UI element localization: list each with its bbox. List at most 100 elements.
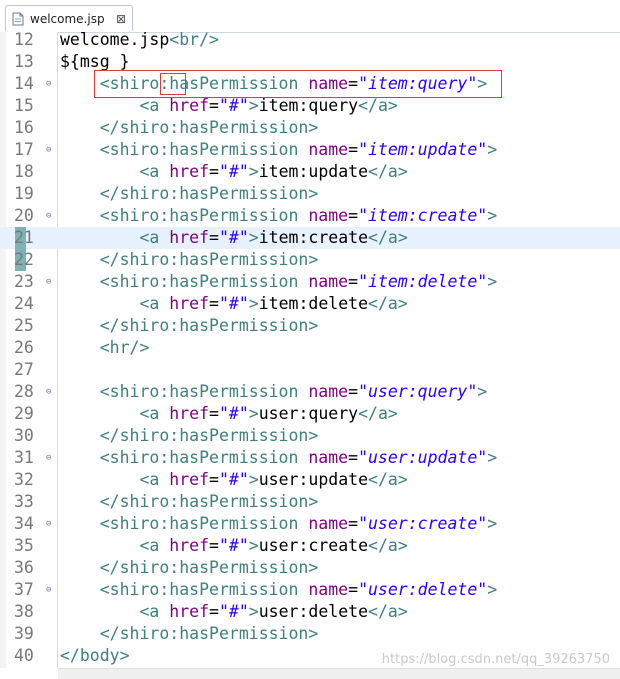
code-token: > xyxy=(487,272,498,291)
code-line[interactable]: 19 </shiro:hasPermission> xyxy=(0,183,620,205)
code-token: > xyxy=(477,382,488,401)
code-token: name xyxy=(308,580,349,599)
code-line[interactable]: 18 <a href="#">item:update</a> xyxy=(0,161,620,183)
code-token: "user:create" xyxy=(358,514,488,533)
code-text: </shiro:hasPermission> xyxy=(60,117,319,139)
code-token: </a> xyxy=(368,294,408,313)
code-line[interactable]: 28 ⊖ <shiro:hasPermission name="user:quer… xyxy=(0,381,620,403)
line-number: 12 xyxy=(14,30,34,49)
code-token: > xyxy=(248,404,259,423)
code-line[interactable]: 16 </shiro:hasPermission> xyxy=(0,117,620,139)
code-token: > xyxy=(487,206,498,225)
code-token: = xyxy=(209,470,219,489)
code-token: <shiro:hasPermission xyxy=(99,206,309,225)
fold-toggle-icon[interactable]: ⊖ xyxy=(46,586,54,595)
code-line[interactable]: 26 <hr/> xyxy=(0,337,620,359)
code-line[interactable]: 33 </shiro:hasPermission> xyxy=(0,491,620,513)
code-text: <shiro:hasPermission name="user:create"> xyxy=(60,513,497,535)
line-number: 28 xyxy=(14,382,34,401)
code-token: > xyxy=(248,162,259,181)
code-token: = xyxy=(348,580,359,599)
code-token: user:query xyxy=(258,404,359,423)
code-token: name xyxy=(308,448,349,467)
line-number: 26 xyxy=(14,338,34,357)
code-line[interactable]: 36 </shiro:hasPermission> xyxy=(0,557,620,579)
code-text: <a href="#">item:delete</a> xyxy=(60,293,408,315)
code-text: <a href="#">user:delete</a> xyxy=(60,601,407,623)
code-token: </shiro:hasPermission> xyxy=(99,624,319,643)
code-token: > xyxy=(487,448,498,467)
highlight-annotation-box xyxy=(94,70,502,98)
code-token: </body> xyxy=(60,646,130,665)
code-token: > xyxy=(487,580,498,599)
code-line[interactable]: 37 ⊖ <shiro:hasPermission name="user:dele… xyxy=(0,579,620,601)
code-text: </shiro:hasPermission> xyxy=(60,557,319,579)
code-token: > xyxy=(487,140,498,159)
fold-toggle-icon[interactable]: ⊖ xyxy=(46,146,54,155)
fold-toggle-icon[interactable]: ⊖ xyxy=(46,454,54,463)
code-token: "#" xyxy=(218,404,249,423)
tab-welcome-jsp[interactable]: welcome.jsp ⊠ xyxy=(5,5,133,31)
code-line[interactable]: 12 welcome.jsp<br/> xyxy=(0,29,620,51)
code-line[interactable]: 20 ⊖ <shiro:hasPermission name="item:crea… xyxy=(0,205,620,227)
fold-toggle-icon[interactable]: ⊖ xyxy=(46,388,54,397)
code-token: <a xyxy=(139,470,170,489)
code-token: = xyxy=(348,272,359,291)
code-token: = xyxy=(348,448,359,467)
code-token: > xyxy=(248,228,259,247)
watermark: https://blog.csdn.net/qq_39263750 xyxy=(381,652,610,667)
code-line[interactable]: 31 ⊖ <shiro:hasPermission name="user:upda… xyxy=(0,447,620,469)
fold-toggle-icon[interactable]: ⊖ xyxy=(46,212,54,221)
code-token: = xyxy=(209,536,219,555)
code-line[interactable]: 23 ⊖ <shiro:hasPermission name="item:dele… xyxy=(0,271,620,293)
code-token: name xyxy=(308,206,349,225)
code-token: "user:delete" xyxy=(358,580,488,599)
code-line[interactable]: 32 <a href="#">user:update</a> xyxy=(0,469,620,491)
code-line[interactable]: 27 xyxy=(0,359,620,381)
code-line[interactable]: 15 <a href="#">item:query</a> xyxy=(0,95,620,117)
code-token: </a> xyxy=(368,228,408,247)
code-token: = xyxy=(209,96,219,115)
code-token: href xyxy=(169,470,210,489)
line-number: 33 xyxy=(14,492,34,511)
code-line[interactable]: 17 ⊖ <shiro:hasPermission name="item:upda… xyxy=(0,139,620,161)
horizontal-scrollbar[interactable] xyxy=(58,668,620,679)
file-icon xyxy=(12,12,24,26)
code-line[interactable]: 21 <a href="#">item:create</a> xyxy=(0,227,620,249)
code-token: item:query xyxy=(258,96,359,115)
code-line[interactable]: 39 </shiro:hasPermission> xyxy=(0,623,620,645)
code-token: <shiro:hasPermission xyxy=(99,140,309,159)
code-line[interactable]: 25 </shiro:hasPermission> xyxy=(0,315,620,337)
code-line[interactable]: 35 <a href="#">user:create</a> xyxy=(0,535,620,557)
code-token: <a xyxy=(139,536,170,555)
fold-toggle-icon[interactable]: ⊖ xyxy=(46,520,54,529)
code-token: <shiro:hasPermission xyxy=(99,272,309,291)
code-token: name xyxy=(308,382,349,401)
code-line[interactable]: 34 ⊖ <shiro:hasPermission name="user:crea… xyxy=(0,513,620,535)
code-line[interactable]: 30 </shiro:hasPermission> xyxy=(0,425,620,447)
code-token: "#" xyxy=(218,96,249,115)
code-token: <shiro:hasPermission xyxy=(99,580,309,599)
code-line[interactable]: 29 <a href="#">user:query</a> xyxy=(0,403,620,425)
code-editor[interactable]: 12 welcome.jsp<br/> 13 ${msg } 14 ⊖ <shiro:ha… xyxy=(0,29,620,668)
line-number: 24 xyxy=(14,294,34,313)
code-line[interactable]: 38 <a href="#">user:delete</a> xyxy=(0,601,620,623)
code-line[interactable]: 22 </shiro:hasPermission> xyxy=(0,249,620,271)
fold-toggle-icon[interactable]: ⊖ xyxy=(46,80,54,89)
code-token: = xyxy=(209,228,219,247)
tab-title: welcome.jsp xyxy=(30,11,105,26)
code-line[interactable]: 24 <a href="#">item:delete</a> xyxy=(0,293,620,315)
code-token: <shiro:hasPermission xyxy=(99,514,309,533)
close-icon[interactable]: ⊠ xyxy=(116,13,126,25)
code-token: href xyxy=(169,162,210,181)
fold-toggle-icon[interactable]: ⊖ xyxy=(46,278,54,287)
line-number: 29 xyxy=(14,404,34,423)
code-token: item:delete xyxy=(258,294,369,313)
code-text: <a href="#">user:query</a> xyxy=(60,403,397,425)
code-token: "#" xyxy=(218,470,249,489)
